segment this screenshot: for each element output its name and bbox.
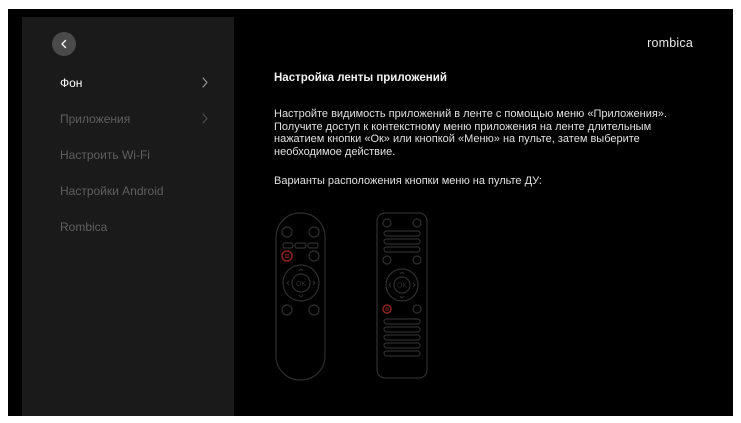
sidebar-item-label: Приложения [60, 112, 131, 126]
sidebar-item-rombica[interactable]: Rombica [22, 209, 234, 245]
settings-menu: Фон Приложения Настроить Wi-Fi Настройки… [22, 65, 234, 245]
remote-button [281, 304, 293, 316]
remote-button [294, 242, 307, 249]
remote-button [308, 250, 320, 262]
back-button[interactable] [52, 32, 76, 56]
chevron-right-icon [202, 77, 208, 88]
sidebar-item-label: Rombica [60, 220, 108, 234]
remotes-caption: Варианты расположения кнопки меню на пул… [274, 175, 542, 187]
remote-button [383, 334, 421, 341]
remote-control-oval-illustration: OK [275, 212, 326, 381]
remote-button [383, 342, 421, 349]
sidebar-item-label: Фон [60, 76, 83, 90]
sidebar-item-label: Настроить Wi-Fi [60, 148, 150, 162]
remote-control-rectangular-illustration: OK [376, 212, 428, 379]
remote-button [382, 255, 392, 265]
remote-button [412, 218, 422, 228]
sidebar-item-android-settings[interactable]: Настройки Android [22, 173, 234, 209]
remote-button [383, 326, 421, 333]
remote-ok-label: OK [397, 283, 407, 290]
brand-logo: rombica [647, 36, 693, 50]
remote-ok-label: OK [296, 281, 306, 288]
remote-button [383, 238, 421, 245]
remote-button [383, 350, 421, 357]
remote-button [382, 218, 392, 228]
remote-button [308, 304, 320, 316]
remote-button [383, 230, 421, 237]
tv-screen: Фон Приложения Настроить Wi-Fi Настройки… [8, 9, 733, 416]
chevron-left-icon [61, 39, 67, 49]
remote-button [282, 242, 294, 249]
description-text: Настройте видимость приложений в ленте с… [274, 108, 667, 159]
remote-button [412, 304, 422, 314]
remote-button [281, 226, 293, 238]
remote-button [383, 246, 421, 253]
remote-button [308, 226, 320, 238]
chevron-right-icon [202, 113, 208, 124]
sidebar-item-label: Настройки Android [60, 184, 164, 198]
sidebar-item-wifi[interactable]: Настроить Wi-Fi [22, 137, 234, 173]
remote-button [307, 242, 319, 249]
remote-button [412, 255, 422, 265]
content-panel: Настройка ленты приложений Настройте вид… [274, 71, 694, 187]
remote-button [383, 318, 421, 325]
sidebar-item-background[interactable]: Фон [22, 65, 234, 101]
page-title: Настройка ленты приложений [274, 72, 447, 84]
sidebar-item-apps[interactable]: Приложения [22, 101, 234, 137]
